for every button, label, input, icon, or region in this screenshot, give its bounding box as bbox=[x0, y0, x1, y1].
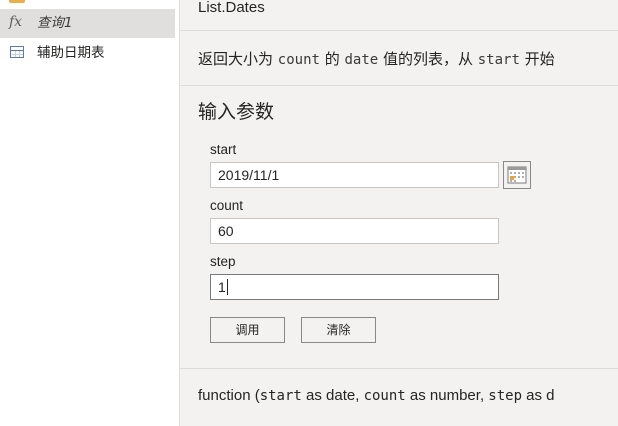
param-label-start: start bbox=[210, 142, 237, 157]
param-input-step[interactable]: 1 bbox=[210, 274, 499, 300]
query-label: 查询1 bbox=[37, 15, 73, 31]
param-label-step: step bbox=[210, 254, 236, 269]
invoke-button[interactable]: 调用 bbox=[210, 317, 285, 343]
query-item-query1[interactable]: fx 查询1 bbox=[0, 9, 175, 38]
queries-pane: fx 查询1 辅助日期表 bbox=[0, 0, 180, 426]
param-input-count[interactable]: 60 bbox=[210, 218, 499, 244]
calendar-icon bbox=[507, 166, 527, 184]
clear-button[interactable]: 清除 bbox=[301, 317, 376, 343]
table-icon bbox=[10, 46, 24, 58]
query-label: 辅助日期表 bbox=[37, 45, 105, 61]
function-icon: fx bbox=[9, 14, 23, 30]
step-value: 1 bbox=[218, 279, 226, 295]
function-name: List.Dates bbox=[198, 0, 265, 16]
param-label-count: count bbox=[210, 198, 244, 213]
divider bbox=[180, 30, 618, 31]
text-caret bbox=[226, 279, 228, 295]
param-input-start[interactable]: 2019/11/1 bbox=[210, 162, 499, 188]
params-title: 输入参数 bbox=[198, 101, 275, 123]
divider bbox=[180, 85, 618, 86]
function-pane: List.Dates 返回大小为 count 的 date 值的列表，从 sta… bbox=[180, 0, 618, 426]
query-item-date-table[interactable]: 辅助日期表 bbox=[0, 39, 179, 68]
divider bbox=[180, 368, 618, 369]
date-picker-button[interactable] bbox=[503, 161, 531, 189]
function-signature: function (start as date, count as number… bbox=[198, 387, 555, 404]
folder-icon bbox=[9, 0, 25, 3]
function-description: 返回大小为 count 的 date 值的列表，从 start 开始 bbox=[198, 50, 555, 68]
